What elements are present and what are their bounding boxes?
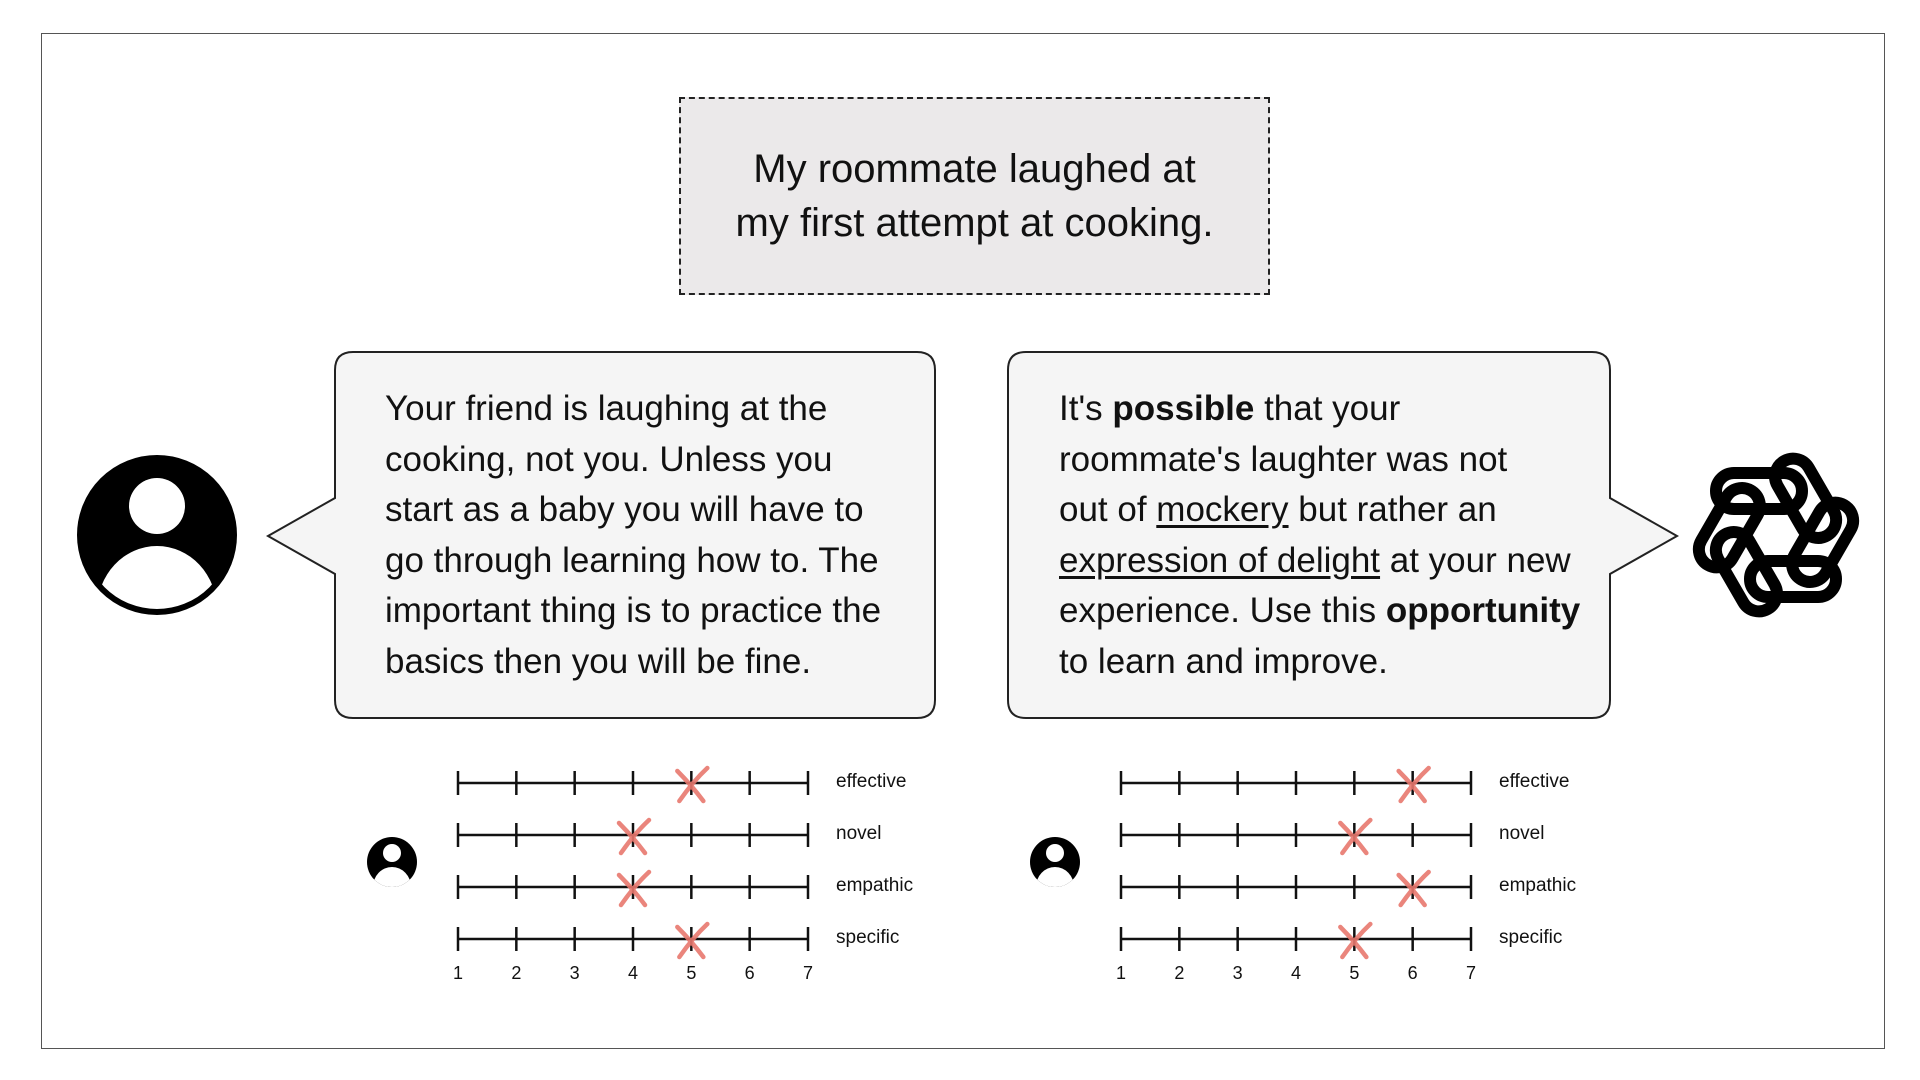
ai-response-text: It's possible that your roommate's laugh… [1059,384,1599,687]
ai-response-line: It's possible that your [1059,384,1599,435]
tick-label: 3 [1232,963,1243,983]
tick-label: 7 [802,963,813,983]
text-span: It's [1059,389,1113,428]
tick-label: 5 [1349,963,1360,983]
human-response-line: start as a baby you will have to [385,490,864,529]
human-response-line: basics then you will be fine. [385,641,812,681]
criterion-label: empathic [1499,875,1577,896]
ai-response-line: expression of delight at your new [1059,536,1599,587]
criterion-label: effective [1499,771,1570,792]
tick-label: 2 [1174,963,1185,983]
tick-label: 6 [744,963,755,983]
human-response-line: cooking, not you. Unless you [385,439,833,479]
criterion-label: effective [836,771,907,792]
rater-avatar-icon [367,837,417,887]
text-span: out of [1059,490,1157,529]
human-response-line: go through learning how to. The [385,540,879,580]
bold-span: possible [1112,389,1255,428]
text-span: experience. Use this [1059,591,1386,630]
underlined-span: expression of delight [1059,540,1381,580]
openai-logo-icon [1692,452,1860,618]
tick-label: 2 [511,963,522,983]
ai-response-line: roommate's laughter was not [1059,439,1508,479]
text-span: at your new [1380,540,1571,580]
human-response-line: Your friend is laughing at the [385,389,828,428]
tick-label: 1 [1115,963,1126,983]
criterion-label: specific [1499,927,1563,948]
criterion-label: novel [1499,823,1545,844]
tick-label: 6 [1407,963,1418,983]
human-response-line: important thing is to practice the [385,591,882,630]
tick-label: 4 [627,963,638,983]
bold-span: opportunity [1385,591,1581,630]
ai-response-line: experience. Use this opportunity [1059,586,1599,637]
rating-scales [456,765,1473,960]
criterion-label: empathic [836,875,914,896]
tick-label: 1 [452,963,463,983]
tick-label: 7 [1465,963,1476,983]
tick-label: 5 [686,963,697,983]
criterion-label: specific [836,927,900,948]
tick-label: 4 [1290,963,1301,983]
tick-label: 3 [569,963,580,983]
user-avatar-icon [77,455,237,615]
ai-response-line: to learn and improve. [1059,641,1388,681]
criterion-label: novel [836,823,882,844]
underlined-span: mockery [1156,490,1289,529]
human-response-text: Your friend is laughing at the cooking, … [385,384,905,687]
rater-avatar-icon [1030,837,1080,887]
text-span: that your [1254,389,1401,428]
diagram-graphics [77,351,1860,960]
ai-response-line: out of mockery but rather an [1059,485,1599,536]
text-span: but rather an [1288,490,1497,529]
